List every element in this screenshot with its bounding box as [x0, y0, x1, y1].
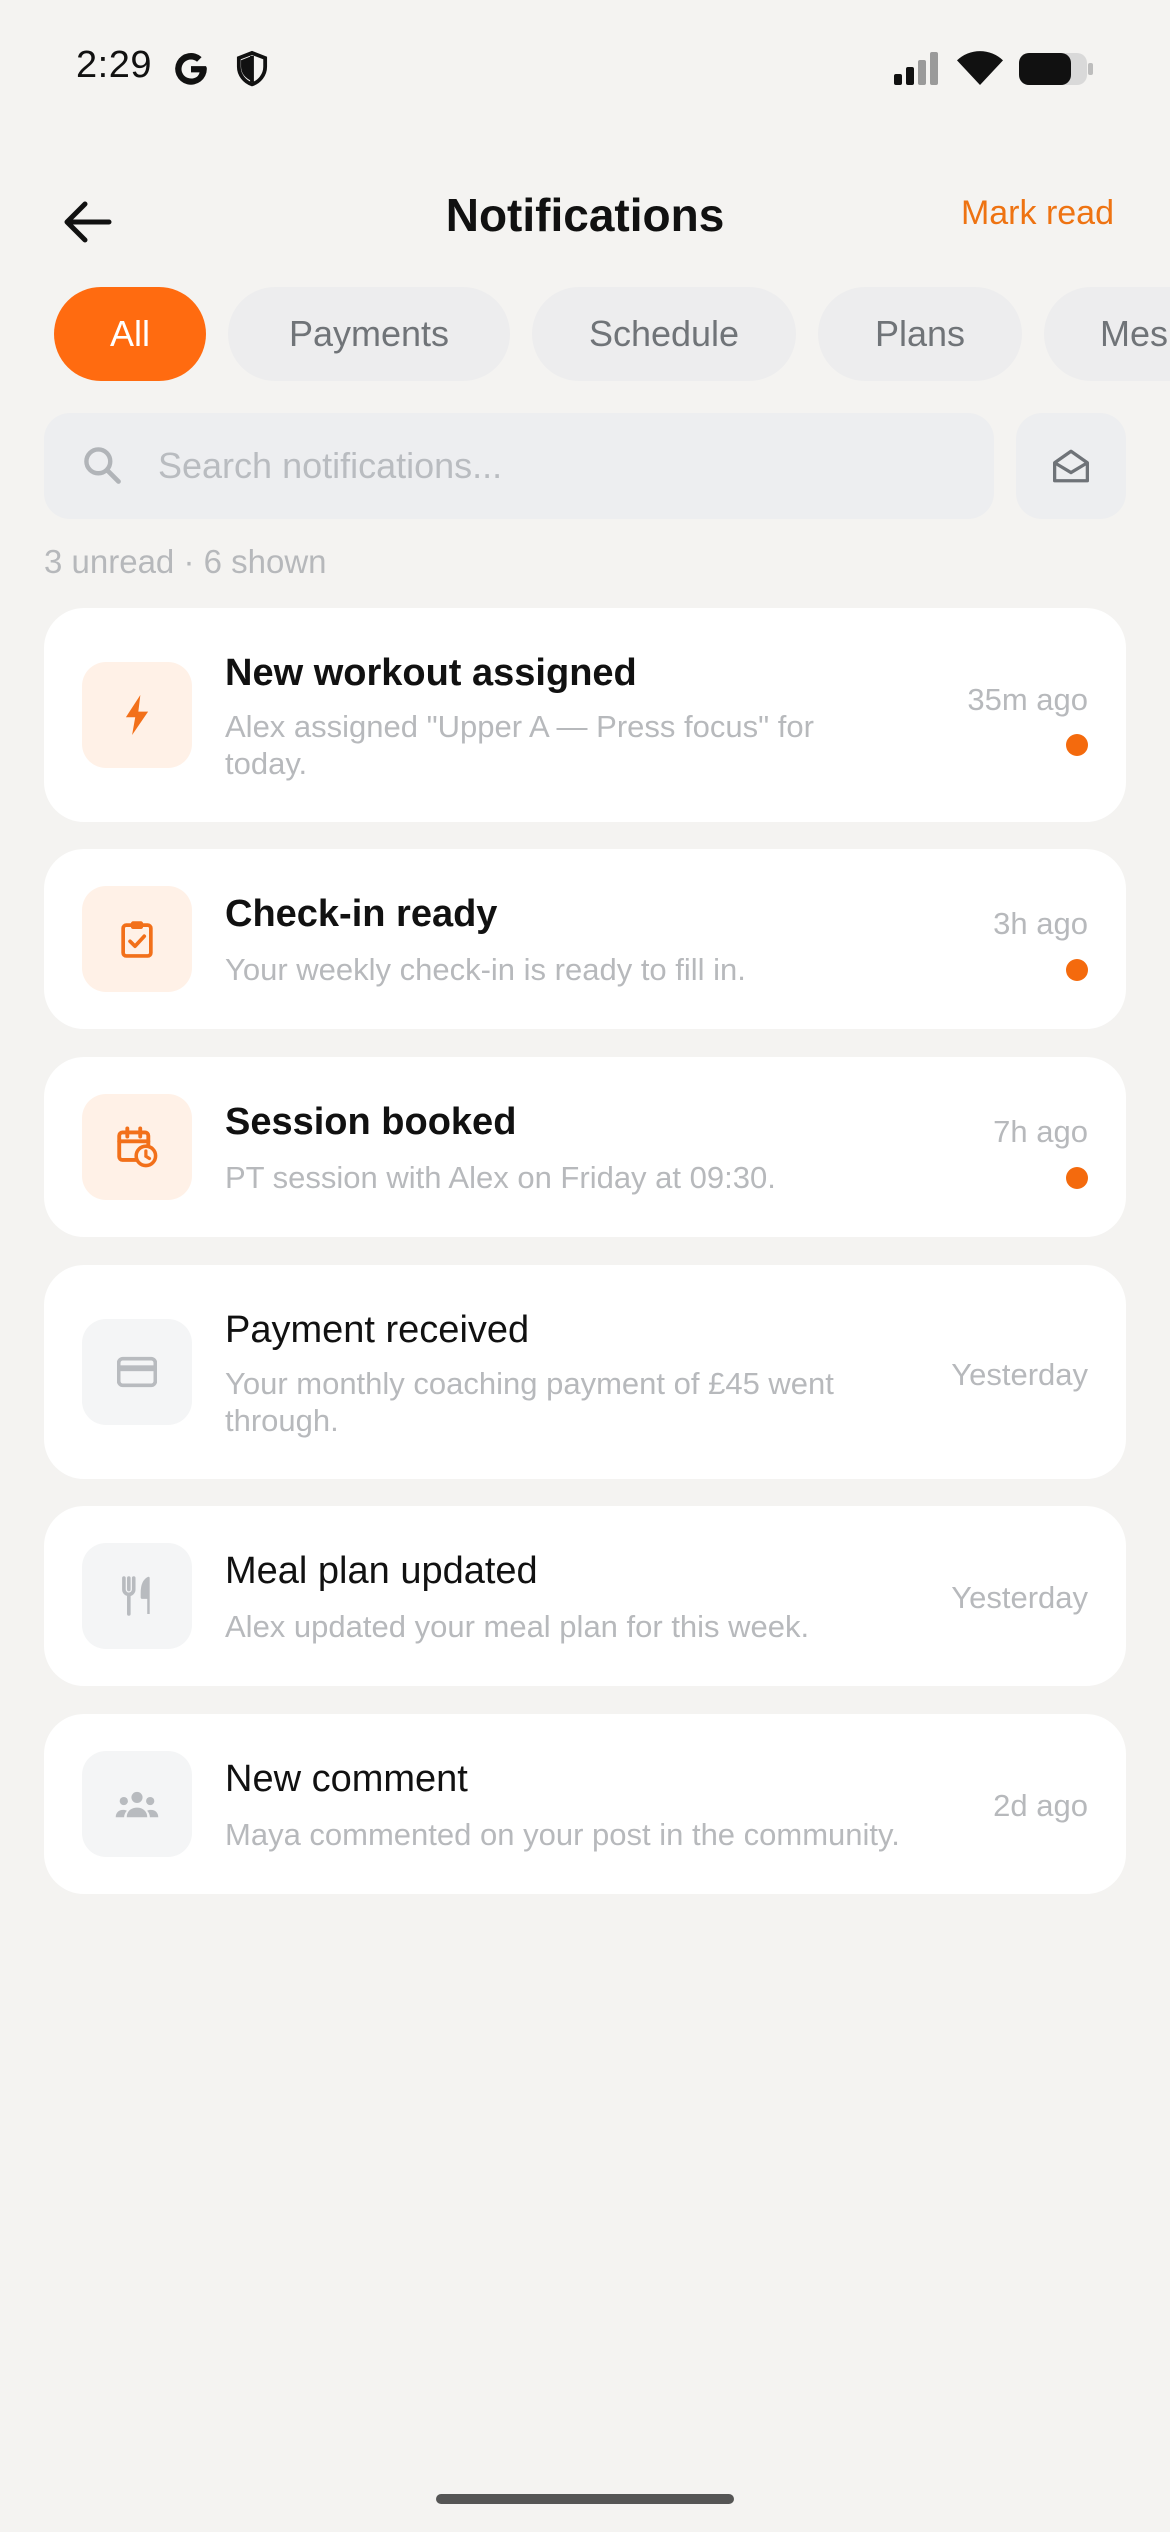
notification-card[interactable]: Session booked PT session with Alex on F… — [44, 1057, 1126, 1237]
notification-body: Alex updated your meal plan for this wee… — [225, 1609, 810, 1644]
notification-time: 3h ago — [993, 906, 1088, 941]
status-time: 2:29 — [76, 44, 152, 86]
notification-body: PT session with Alex on Friday at 09:30. — [225, 1160, 776, 1195]
tab-schedule[interactable]: Schedule — [532, 287, 796, 381]
notification-card[interactable]: Payment received Your monthly coaching p… — [44, 1265, 1126, 1479]
notification-body: Alex assigned "Upper A — Press focus" fo… — [225, 709, 814, 781]
notification-title: Check-in ready — [225, 893, 498, 935]
tab-plans[interactable]: Plans — [818, 287, 1022, 381]
notification-icon-box — [82, 886, 192, 992]
mark-read-button[interactable]: Mark read — [961, 194, 1114, 233]
notification-icon-box — [82, 1543, 192, 1649]
credit-card-icon — [117, 1356, 157, 1388]
notification-title: Session booked — [225, 1101, 517, 1143]
search-bar — [44, 413, 994, 519]
notification-body: Your monthly coaching payment of £45 wen… — [225, 1366, 834, 1438]
battery-icon — [1018, 52, 1094, 91]
notification-time: 7h ago — [993, 1114, 1088, 1149]
notification-card[interactable]: New comment Maya commented on your post … — [44, 1714, 1126, 1894]
mark-all-read-button[interactable] — [1016, 413, 1126, 519]
filter-tabs: All Payments Schedule Plans Mes — [54, 287, 1170, 381]
wifi-icon — [956, 48, 1004, 91]
unread-dot — [1066, 1167, 1088, 1189]
notification-time: 35m ago — [967, 682, 1088, 717]
status-bar: 2:29 — [0, 0, 1170, 140]
search-icon — [80, 443, 124, 492]
notification-title: Payment received — [225, 1309, 530, 1351]
lightning-bolt-icon — [125, 695, 149, 735]
notification-time: Yesterday — [951, 1580, 1088, 1615]
notification-icon-box — [82, 1319, 192, 1425]
notification-card[interactable]: Meal plan updated Alex updated your meal… — [44, 1506, 1126, 1686]
shield-icon — [234, 50, 270, 93]
people-group-icon — [115, 1791, 159, 1818]
google-icon — [172, 50, 210, 93]
envelope-open-icon — [1052, 449, 1089, 483]
home-indicator[interactable] — [436, 2494, 734, 2504]
signal-icon — [893, 50, 941, 91]
app-header: Notifications Mark read — [0, 170, 1170, 260]
notification-title: New workout assigned — [225, 652, 637, 694]
calendar-clock-icon — [117, 1126, 158, 1168]
notification-card[interactable]: Check-in ready Your weekly check-in is r… — [44, 849, 1126, 1029]
notification-body: Your weekly check-in is ready to fill in… — [225, 952, 746, 987]
notification-icon-box — [82, 662, 192, 768]
notification-card[interactable]: New workout assigned Alex assigned "Uppe… — [44, 608, 1126, 822]
notification-time: Yesterday — [951, 1357, 1088, 1392]
tab-payments[interactable]: Payments — [228, 287, 510, 381]
notification-title: Meal plan updated — [225, 1550, 538, 1592]
notification-time: 2d ago — [993, 1788, 1088, 1823]
notification-body: Maya commented on your post in the commu… — [225, 1817, 900, 1852]
search-input[interactable] — [158, 413, 958, 519]
fork-knife-icon — [122, 1576, 150, 1616]
notification-icon-box — [82, 1751, 192, 1857]
notification-icon-box — [82, 1094, 192, 1200]
unread-dot — [1066, 734, 1088, 756]
tab-all[interactable]: All — [54, 287, 206, 381]
clipboard-check-icon — [121, 921, 153, 958]
unread-summary: 3 unread · 6 shown — [44, 543, 327, 580]
notification-title: New comment — [225, 1758, 468, 1800]
tab-messages[interactable]: Mes — [1044, 287, 1170, 381]
unread-dot — [1066, 959, 1088, 981]
